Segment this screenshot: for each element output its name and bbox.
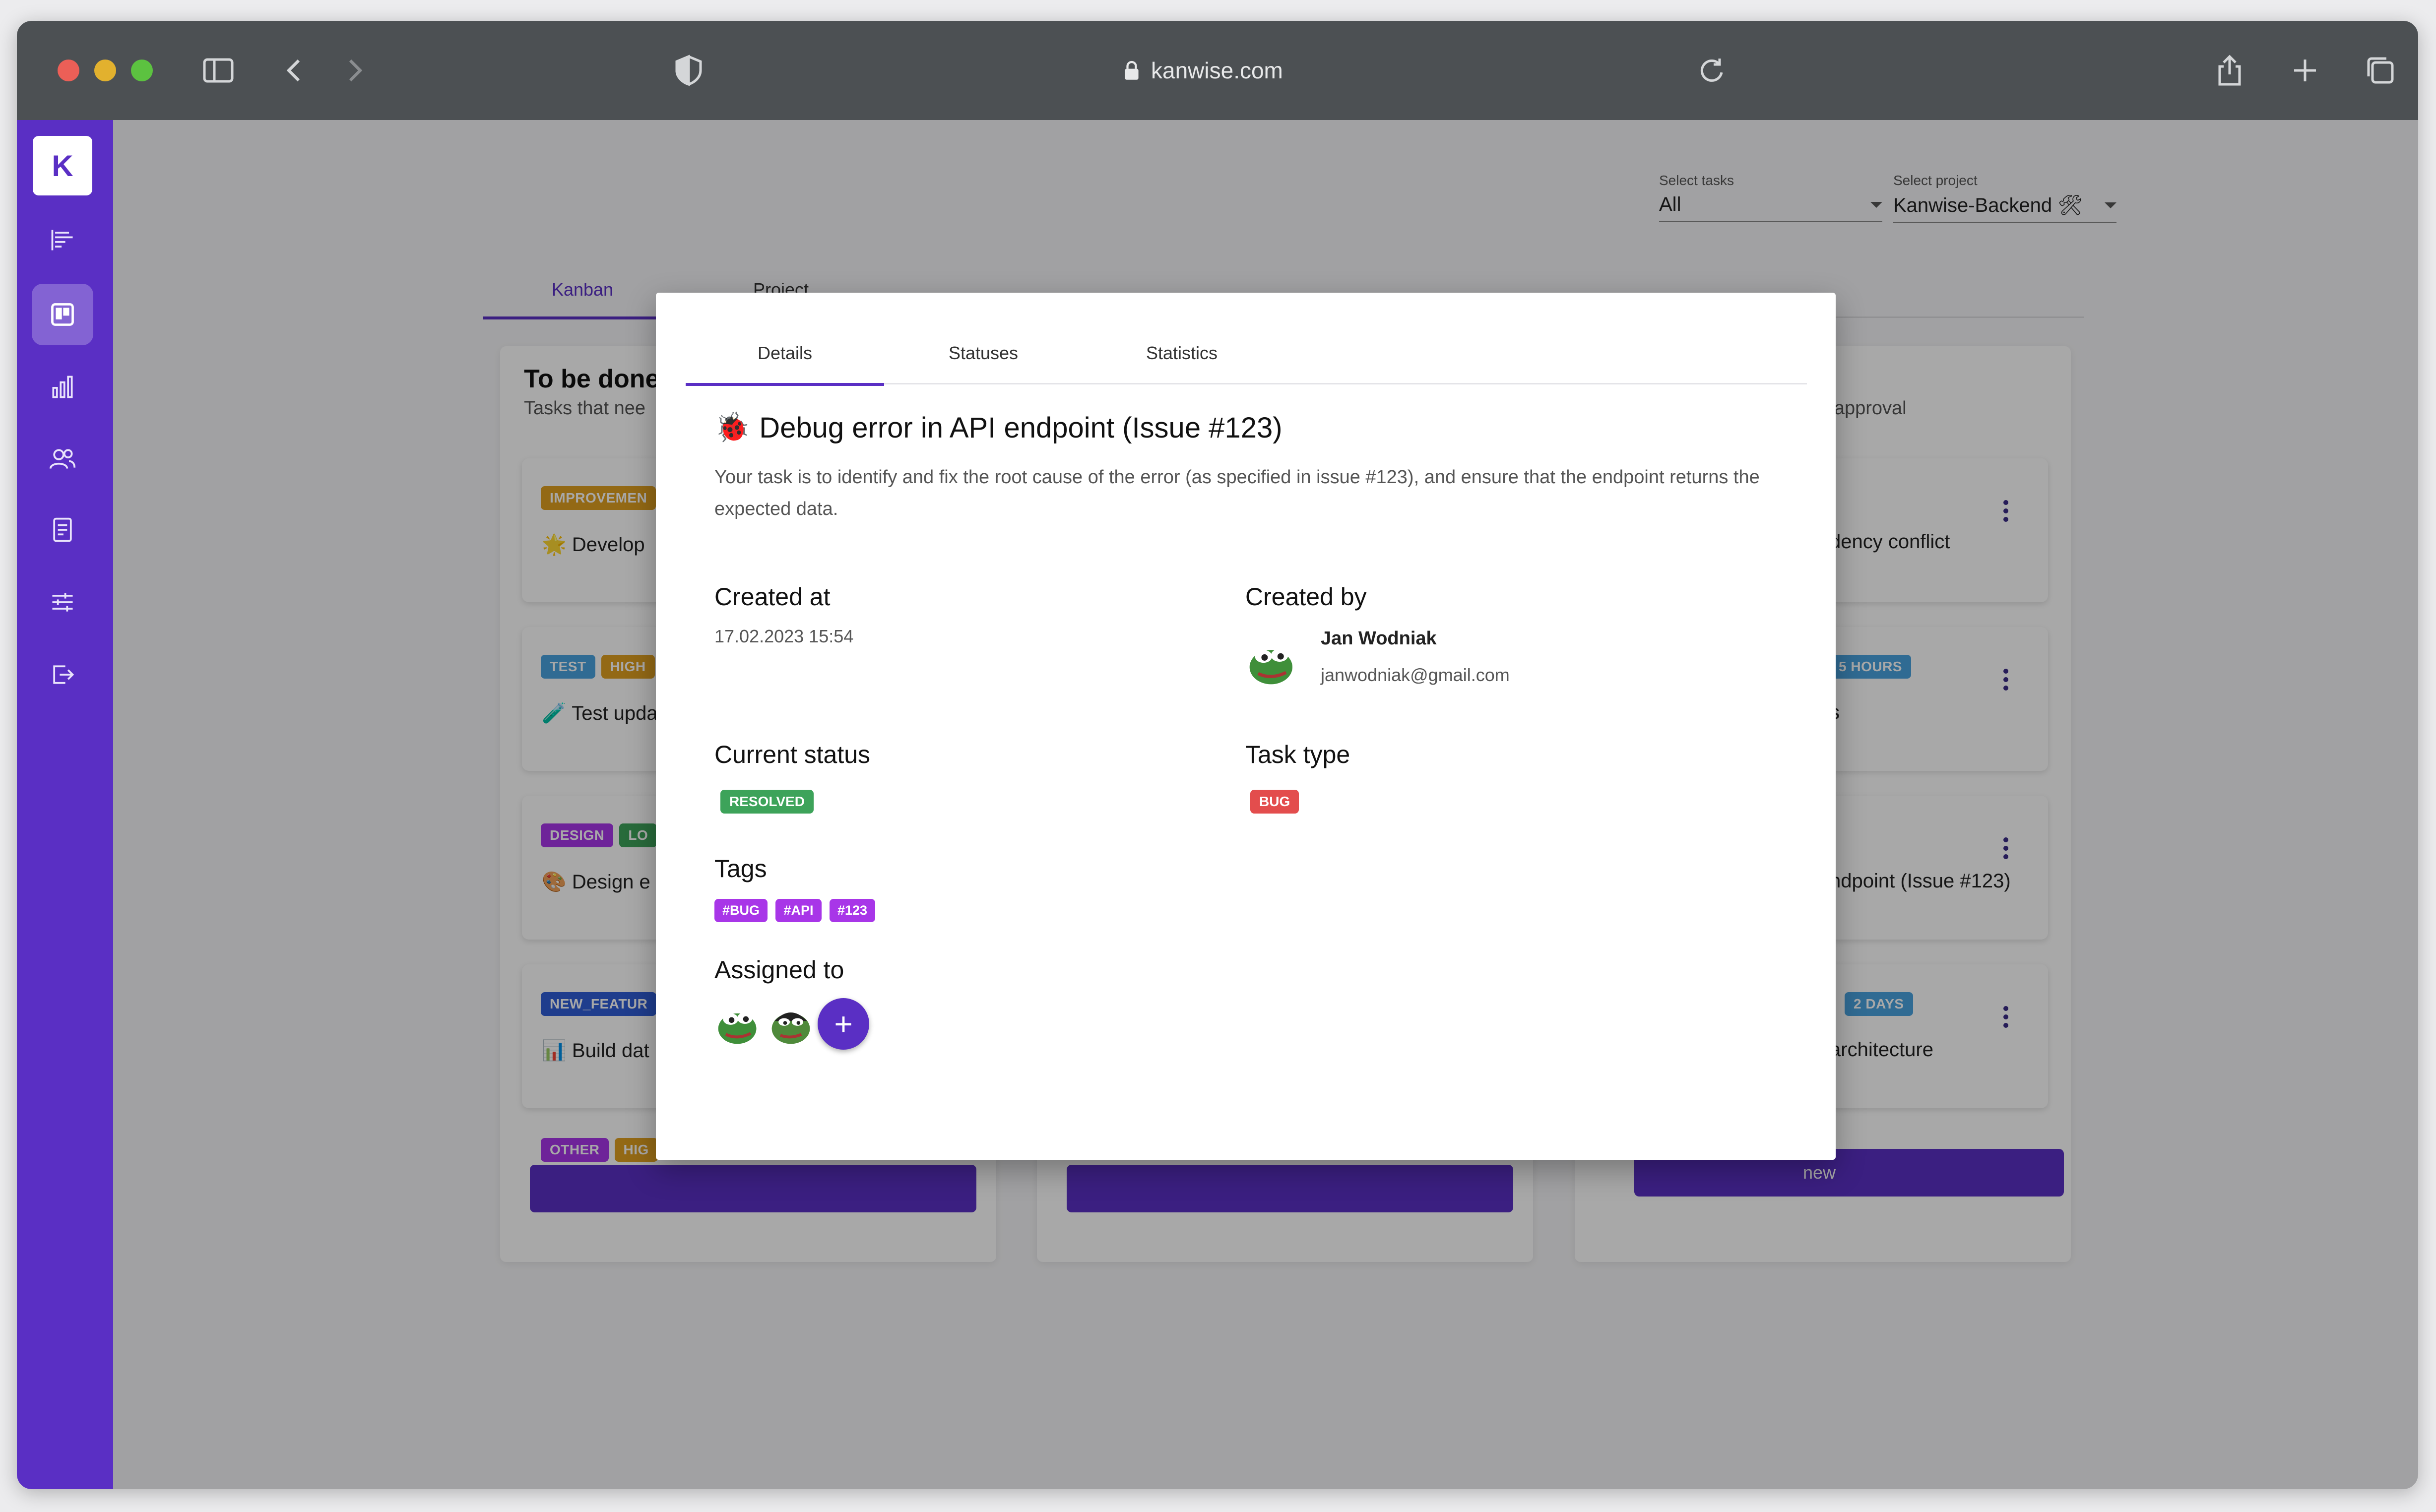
new-tab-icon[interactable] bbox=[2285, 51, 2325, 90]
kanban-board-icon[interactable] bbox=[32, 284, 93, 345]
statistics-icon[interactable] bbox=[32, 356, 93, 418]
maximize-window-button[interactable] bbox=[131, 60, 153, 81]
creator-email: janwodniak@gmail.com bbox=[1321, 665, 1510, 685]
task-type-label: Task type bbox=[1245, 741, 1350, 768]
browser-window: kanwise.com K Select tasks All Select pr… bbox=[17, 21, 2418, 1489]
url-text: kanwise.com bbox=[1151, 58, 1283, 83]
creator-name: Jan Wodniak bbox=[1321, 628, 1437, 649]
share-icon[interactable] bbox=[2210, 51, 2249, 90]
browser-toolbar: kanwise.com bbox=[17, 21, 2418, 120]
created-at-label: Created at bbox=[714, 583, 831, 611]
status-badge: RESOLVED bbox=[720, 790, 814, 814]
modal-tabs: Details Statuses Statistics bbox=[686, 328, 1807, 386]
sidebar: K bbox=[17, 120, 113, 1489]
task-type-badge: BUG bbox=[1250, 790, 1299, 814]
minimize-window-button[interactable] bbox=[94, 60, 116, 81]
tab-statuses[interactable]: Statuses bbox=[884, 328, 1083, 383]
creator-avatar[interactable] bbox=[1245, 635, 1299, 689]
forward-icon[interactable] bbox=[334, 51, 374, 90]
settings-sliders-icon[interactable] bbox=[32, 571, 93, 633]
shield-icon[interactable] bbox=[669, 51, 708, 90]
task-title: 🐞 Debug error in API endpoint (Issue #12… bbox=[714, 411, 1282, 444]
logout-icon[interactable] bbox=[32, 644, 93, 705]
assignee-avatar[interactable] bbox=[714, 1000, 762, 1048]
tag-chip: #123 bbox=[829, 899, 876, 922]
back-icon[interactable] bbox=[275, 51, 315, 90]
reload-icon[interactable] bbox=[1692, 51, 1731, 90]
app-logo[interactable]: K bbox=[33, 136, 92, 195]
lock-icon bbox=[1125, 61, 1139, 80]
tab-details[interactable]: Details bbox=[686, 328, 884, 386]
tag-chip: #BUG bbox=[714, 899, 768, 922]
report-icon[interactable] bbox=[32, 499, 93, 561]
current-status-label: Current status bbox=[714, 741, 871, 768]
tags-list: #BUG #API #123 bbox=[714, 899, 881, 922]
tags-label: Tags bbox=[714, 855, 767, 882]
team-icon[interactable] bbox=[32, 428, 93, 489]
created-at-value: 17.02.2023 15:54 bbox=[714, 626, 854, 646]
close-window-button[interactable] bbox=[58, 60, 79, 81]
task-description: Your task is to identify and fix the roo… bbox=[714, 467, 1760, 519]
timeline-icon[interactable] bbox=[32, 209, 93, 271]
sidebar-toggle-icon[interactable] bbox=[198, 51, 238, 90]
tab-overview-icon[interactable] bbox=[2361, 51, 2400, 90]
task-title-text: Debug error in API endpoint (Issue #123) bbox=[759, 411, 1282, 444]
add-assignee-button[interactable]: + bbox=[818, 998, 869, 1050]
address-bar[interactable]: kanwise.com bbox=[1123, 51, 1342, 90]
tab-statistics[interactable]: Statistics bbox=[1083, 328, 1281, 383]
task-details-modal: Details Statuses Statistics 🐞 Debug erro… bbox=[656, 293, 1836, 1160]
bug-icon: 🐞 bbox=[714, 411, 751, 443]
assigned-to-label: Assigned to bbox=[714, 956, 844, 984]
created-by-label: Created by bbox=[1245, 583, 1367, 611]
tag-chip: #API bbox=[775, 899, 822, 922]
assignee-avatar[interactable] bbox=[767, 1000, 815, 1048]
